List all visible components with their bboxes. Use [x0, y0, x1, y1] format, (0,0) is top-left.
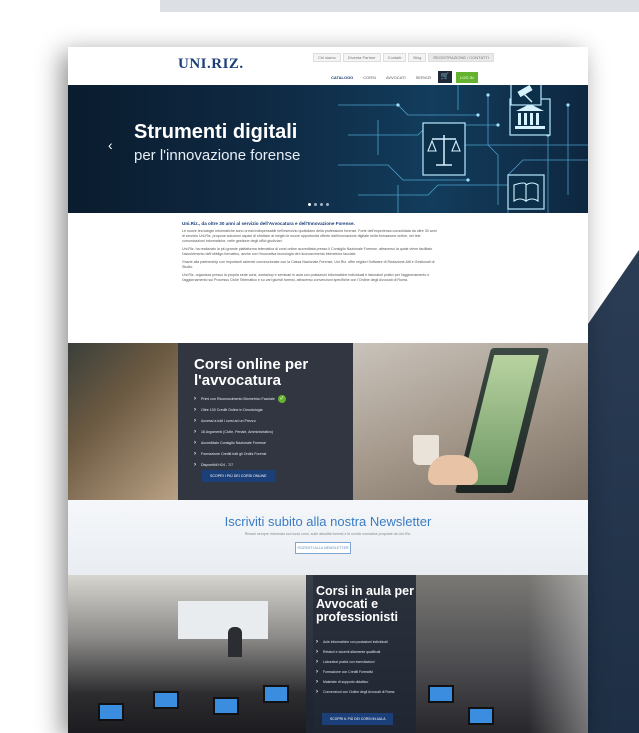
chevron-right-icon: › — [194, 461, 196, 468]
online-title: Corsi online per l'avvocatura — [194, 357, 308, 389]
newsletter-button[interactable]: ISCRIVITI ALLA NEWSLETTER — [295, 542, 351, 554]
top-link-partner[interactable]: Diventa Partner — [342, 53, 381, 62]
chevron-right-icon: › — [316, 659, 318, 665]
list-item: › Oltre 100 Crediti Online in Deontologia — [194, 406, 263, 413]
chevron-right-icon: › — [194, 428, 196, 435]
classroom-title-line: Corsi in aula per — [316, 584, 414, 598]
login-button[interactable]: LOG IN — [456, 71, 478, 83]
account-link[interactable]: REGISTRAZIONE / CONTATTI — [428, 53, 494, 62]
list-item: › Accreditato Consiglio Nazionale Forense — [194, 439, 266, 446]
scales-icon — [422, 122, 466, 176]
top-link-contatti[interactable]: Contatti — [382, 53, 407, 62]
gavel-icon — [510, 85, 542, 106]
list-item: › Materiale di supporto didattico — [316, 679, 369, 685]
intro-paragraph: Le nuove tecnologie informatiche sono or… — [182, 229, 437, 243]
main-nav: CATALOGO CORSI AVVOCATI SERVIZI 🛒 LOG IN — [328, 71, 478, 83]
nav-item-servizi[interactable]: SERVIZI — [413, 75, 435, 80]
monitor-image — [98, 703, 124, 721]
list-item: › Accessi a tutti i corsi ad un Prezzo — [194, 417, 256, 424]
carousel-dots[interactable] — [308, 203, 329, 206]
website-screenshot: UNI.RIZ. Chi siamo Diventa Partner Conta… — [68, 47, 588, 733]
hero-banner: ‹ Strumenti digitali per l'innovazione f… — [68, 85, 588, 213]
chevron-right-icon: › — [316, 639, 318, 645]
classroom-title-line: professionisti — [316, 610, 398, 624]
chevron-right-icon: › — [194, 395, 196, 402]
chevron-right-icon: › — [194, 450, 196, 457]
newsletter-title: Iscriviti subito alla nostra Newsletter — [224, 514, 432, 529]
intro-lead: Uni.Riz., da oltre 30 anni al servizio d… — [182, 221, 355, 226]
list-item: › Primi con Riconoscimento Biometrico Fac… — [194, 394, 286, 403]
classroom-title: Corsi in aula per Avvocati e professioni… — [316, 585, 414, 624]
top-link-chi-siamo[interactable]: Chi siamo — [313, 53, 341, 62]
chevron-right-icon: › — [194, 417, 196, 424]
intro-paragraph: Uni.Riz. organizza presso la propria sed… — [182, 273, 430, 282]
monitor-image — [468, 707, 494, 725]
glare-overlay — [528, 575, 588, 733]
list-item: › Laboratori pratici con esercitazioni — [316, 659, 375, 665]
site-header: UNI.RIZ. Chi siamo Diventa Partner Conta… — [68, 47, 588, 85]
list-item: › Formazione con Crediti Formativi — [316, 669, 373, 675]
hand-image — [428, 455, 478, 485]
intro-section: Uni.Riz., da oltre 30 anni al servizio d… — [68, 213, 588, 343]
intro-paragraph: Uni.Riz. ha realizzato la più grande pia… — [182, 247, 433, 256]
check-circle-icon: ✓ — [277, 394, 286, 403]
newsletter-text: Rimani sempre informato sui nuovi corsi,… — [244, 532, 412, 536]
chevron-right-icon: › — [194, 439, 196, 446]
site-logo[interactable]: UNI.RIZ. — [178, 56, 244, 73]
chevron-left-icon[interactable]: ‹ — [108, 137, 113, 153]
online-courses-button[interactable]: SCOPRI I PIÙ DEI CORSI ONLINE — [202, 470, 275, 482]
chevron-right-icon: › — [194, 406, 196, 413]
hero-subtitle: per l'innovazione forense — [134, 147, 301, 164]
online-courses-section: Corsi online per l'avvocatura › Primi con… — [68, 343, 588, 500]
online-title-line: l'avvocatura — [194, 372, 281, 389]
circuit-illustration — [338, 85, 588, 213]
chevron-right-icon: › — [316, 679, 318, 685]
online-features-list: › Primi con Riconoscimento Biometrico Fac… — [194, 393, 286, 470]
classroom-courses-section: Corsi in aula per Avvocati e professioni… — [68, 575, 588, 733]
newsletter-section: Iscriviti subito alla nostra Newsletter … — [68, 500, 588, 575]
list-item: › 16 Argomenti (Civile, Penale, Amministr… — [194, 428, 273, 435]
top-link-blog[interactable]: Blog — [408, 53, 427, 62]
chevron-right-icon: › — [316, 689, 318, 695]
nav-item-corsi[interactable]: CORSI — [360, 75, 379, 80]
online-title-line: Corsi online per — [194, 356, 309, 373]
cart-icon[interactable]: 🛒 — [438, 71, 453, 83]
nav-item-catalogo[interactable]: CATALOGO — [328, 75, 356, 80]
list-item: › Convenzioni con Ordine degli Avvocati d… — [316, 689, 395, 695]
background-shape — [579, 250, 639, 733]
monitor-image — [153, 691, 179, 709]
projection-screen — [178, 601, 268, 639]
monitor-image — [263, 685, 289, 703]
chevron-right-icon: › — [316, 649, 318, 655]
nav-item-avvocati[interactable]: AVVOCATI — [383, 75, 409, 80]
speaker-figure — [228, 627, 242, 657]
classroom-features-list: › Aule informatiche con postazioni indivi… — [316, 637, 394, 697]
classroom-title-line: Avvocati e — [316, 597, 379, 611]
top-links: Chi siamo Diventa Partner Contatti Blog … — [313, 53, 494, 62]
book-icon — [507, 174, 545, 210]
photo-background — [68, 343, 178, 500]
classroom-courses-button[interactable]: SCOPRI IL PIÙ DEI CORSI IN AULA — [322, 713, 394, 725]
list-item: › Relatori e docenti altamente qualificat… — [316, 649, 381, 655]
monitor-image — [213, 697, 239, 715]
list-item: › Disponibili H24 - 7/7 — [194, 461, 234, 468]
list-item: › Aule informatiche con postazioni indivi… — [316, 639, 388, 645]
background-strip — [160, 0, 639, 12]
monitor-image — [428, 685, 454, 703]
hero-title: Strumenti digitali — [134, 121, 298, 143]
chevron-right-icon: › — [316, 669, 318, 675]
list-item: › Formazione Crediti tutti gli Ordini For… — [194, 450, 267, 457]
intro-paragraph: Grazie alla partnership con importanti a… — [182, 260, 435, 269]
